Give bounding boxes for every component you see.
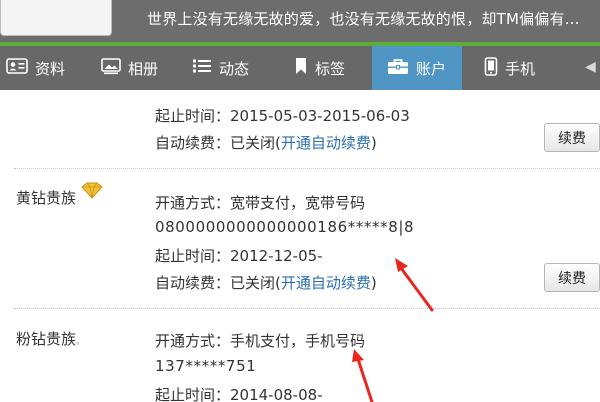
auto-renew-label: 自动续费：已关闭( (155, 134, 281, 152)
tier-label: 黄钻贵族 (16, 189, 77, 207)
yellow-diamond-tier: 黄钻贵族 (16, 187, 76, 208)
tab-feed[interactable]: 动态 (192, 46, 249, 90)
yellow-diamond-icon (81, 182, 103, 203)
auto-renew-status: 自动续费：已关闭(开通自动续费) (155, 132, 377, 153)
tab-label: 手机 (505, 59, 536, 78)
payment-method: 开通方式：手机支付，手机号码 (155, 332, 366, 350)
tier-label: 粉钻贵族 (16, 330, 77, 348)
tab-label: 账户 (416, 59, 447, 78)
auto-renew-label: 自动续费：已关闭( (155, 274, 281, 292)
paren-close: ) (370, 274, 377, 292)
validity-period: 起止时间：2012-12-05- (155, 247, 323, 265)
payment-method: 开通方式：宽带支付，宽带号码 (155, 194, 366, 212)
account-content: 起止时间：2015-05-03-2015-06-03 自动续费：已关闭(开通自动… (0, 90, 600, 402)
personal-signature[interactable]: 世界上没有无缘无故的爱，也没有无缘无故的恨，却TM偏偏有... (147, 8, 580, 29)
tab-label: 相册 (128, 59, 159, 78)
tab-tags[interactable]: 标签 (294, 46, 345, 90)
profile-card-icon (6, 58, 28, 78)
broadband-account-number: 0800000000000000186*****8|8 (155, 218, 415, 236)
renew-button[interactable]: 续费 (544, 263, 600, 292)
auto-renew-status: 自动续费：已关闭(开通自动续费) (155, 272, 377, 293)
briefcase-icon (387, 58, 409, 79)
tab-account[interactable]: 账户 (372, 46, 462, 90)
tab-label: 动态 (219, 59, 250, 78)
tier-mark: 。 (76, 337, 86, 347)
validity-period: 起止时间：2014-08-08- (155, 386, 323, 402)
mobile-account-number: 137*****751 (155, 357, 257, 375)
bookmark-icon (294, 57, 308, 79)
section-divider (14, 168, 600, 169)
tab-albums[interactable]: 相册 (101, 46, 158, 90)
section-divider (14, 308, 600, 309)
tab-label: 标签 (315, 59, 346, 78)
pink-diamond-tier: 粉钻贵族。 (16, 328, 85, 349)
validity-period: 起止时间：2015-05-03-2015-06-03 (155, 107, 410, 125)
list-icon (192, 58, 212, 78)
enable-auto-renew-link[interactable]: 开通自动续费 (281, 134, 371, 152)
tab-label: 资料 (35, 59, 66, 78)
tab-profile[interactable]: 资料 (6, 46, 65, 90)
paren-close: ) (370, 134, 377, 152)
mobile-phone-icon (484, 56, 498, 80)
tab-mobile[interactable]: 手机 (484, 46, 535, 90)
profile-banner: 世界上没有无缘无故的爱，也没有无缘无故的恨，却TM偏偏有... (0, 0, 600, 42)
avatar[interactable] (0, 0, 112, 36)
tab-bar: 资料 相册 动态 标签 账户 手机 ◀ (0, 46, 600, 90)
enable-auto-renew-link[interactable]: 开通自动续费 (281, 274, 371, 292)
photo-album-icon (101, 57, 121, 79)
renew-button[interactable]: 续费 (544, 123, 600, 152)
scroll-left-icon[interactable]: ◀ (585, 59, 596, 75)
